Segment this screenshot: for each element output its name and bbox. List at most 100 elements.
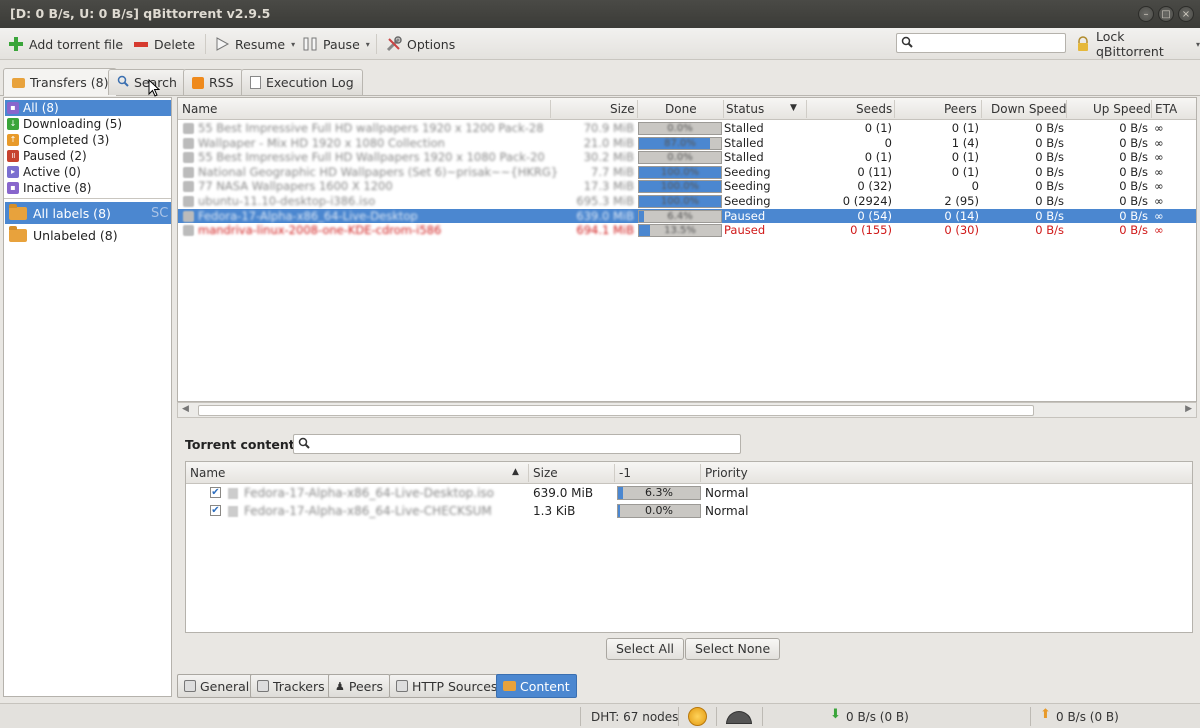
torrent-row[interactable]: 55 Best Impressive Full HD Wallpapers 19… <box>178 150 1196 165</box>
tab-content[interactable]: Content <box>496 674 577 698</box>
tab-transfers[interactable]: Transfers (8) <box>3 68 118 96</box>
torrent-size: 639.0 MiB <box>576 208 634 223</box>
filter-completed[interactable]: ↑ Completed (3) <box>5 132 171 148</box>
filter-inactive[interactable]: ▪ Inactive (8) <box>5 180 171 196</box>
minimize-icon[interactable]: – <box>1138 6 1154 22</box>
options-label: Options <box>407 36 456 52</box>
col-name[interactable]: Name <box>182 102 217 116</box>
sort-chevron-icon[interactable]: ▼ <box>790 103 797 113</box>
torrent-row[interactable]: 77 NASA Wallpapers 1600 X 1200 17.3 MiB Se… <box>178 179 1196 194</box>
file-checkbox[interactable]: ✔ <box>210 505 221 516</box>
scroll-left-icon[interactable]: ◀ <box>182 404 189 414</box>
filter-paused[interactable]: ॥ Paused (2) <box>5 148 171 164</box>
file-checkbox[interactable]: ✔ <box>210 487 221 498</box>
torrent-up-speed: 0 B/s <box>1119 164 1148 179</box>
search-icon <box>117 75 129 90</box>
col-seeds[interactable]: Seeds <box>856 102 892 116</box>
torrent-seeds: 0 (54) <box>857 208 892 223</box>
torrent-progress-bar: 87.0% <box>638 136 722 150</box>
options-button[interactable]: Options <box>386 34 455 54</box>
close-icon[interactable]: × <box>1178 6 1194 22</box>
filter-all[interactable]: ▪ All (8) <box>5 100 171 116</box>
label-unlabeled[interactable]: Unlabeled (8) <box>5 224 171 246</box>
torrent-progress-text: 87.0% <box>664 137 696 149</box>
torrent-peers: 0 (1) <box>951 150 979 165</box>
col-down-speed[interactable]: Down Speed <box>991 102 1066 116</box>
tab-execution-log-label: Execution Log <box>266 75 354 90</box>
torrent-status: Paused <box>724 208 766 223</box>
torrent-eta: ∞ <box>1154 121 1164 135</box>
tab-trackers[interactable]: Trackers <box>250 674 332 698</box>
torrent-file-icon <box>183 137 194 149</box>
file-priority[interactable]: Normal <box>705 484 748 502</box>
tab-http-sources[interactable]: HTTP Sources <box>389 674 505 698</box>
content-col-name[interactable]: Name <box>190 466 225 480</box>
col-eta[interactable]: ETA <box>1155 102 1177 116</box>
torrent-down-speed: 0 B/s <box>1035 135 1064 150</box>
torrent-peers: 0 (1) <box>951 164 979 179</box>
torrent-row[interactable]: ubuntu-11.10-desktop-i386.iso 695.3 MiB Se… <box>178 194 1196 209</box>
column-separator <box>637 100 638 118</box>
torrent-up-speed: 0 B/s <box>1119 194 1148 208</box>
speed-limit-icon[interactable] <box>726 711 752 724</box>
scrollbar-thumb[interactable] <box>198 405 1034 416</box>
label-all[interactable]: All labels (8) SC <box>5 202 171 224</box>
content-col-priority[interactable]: Priority <box>705 466 748 480</box>
download-arrow-icon: ⬇ <box>830 707 841 722</box>
resume-button[interactable]: Resume ▾ <box>214 34 295 54</box>
torrent-row[interactable]: 55 Best Impressive Full HD wallpapers 19… <box>178 121 1196 136</box>
torrent-row[interactable]: Fedora-17-Alpha-x86_64-Live-Desktop 639.0… <box>178 208 1196 224</box>
tab-peers[interactable]: ♟ Peers <box>328 674 390 698</box>
add-torrent-label: Add torrent file <box>29 36 124 52</box>
content-col-progress[interactable]: -1 <box>619 466 631 480</box>
torrent-seeds: 0 (11) <box>857 164 892 179</box>
content-file-list[interactable]: Name ▲ Size -1 Priority ✔ Fedora-17-Alpha… <box>185 461 1193 633</box>
search-input[interactable] <box>896 33 1066 53</box>
content-col-size[interactable]: Size <box>533 466 558 480</box>
tab-rss[interactable]: RSS <box>183 69 243 95</box>
scroll-right-icon[interactable]: ▶ <box>1185 404 1192 414</box>
file-priority[interactable]: Normal <box>705 502 748 520</box>
torrent-progress-text: 0.0% <box>667 152 693 164</box>
lock-button[interactable]: Lock qBittorrent ▾ <box>1075 29 1200 59</box>
torrent-row[interactable]: Wallpaper - Mix HD 1920 x 1080 Collectio… <box>178 135 1196 151</box>
tab-search[interactable]: Search <box>108 69 186 95</box>
col-up-speed[interactable]: Up Speed <box>1093 102 1151 116</box>
col-size[interactable]: Size <box>610 102 635 116</box>
torrent-progress-text: 6.4% <box>667 210 693 222</box>
transfer-list[interactable]: Name Size Done Status ▼ Seeds Peers Down… <box>177 97 1197 402</box>
tab-execution-log[interactable]: Execution Log <box>241 69 363 95</box>
select-none-button[interactable]: Select None <box>685 638 781 660</box>
status-separator <box>762 707 763 726</box>
col-done[interactable]: Done <box>665 102 697 116</box>
torrent-status: Stalled <box>724 150 764 165</box>
torrent-content-label: Torrent content: <box>185 437 300 452</box>
maximize-icon[interactable]: □ <box>1158 6 1174 22</box>
tab-general[interactable]: General <box>177 674 257 698</box>
lock-label: Lock qBittorrent <box>1096 29 1164 59</box>
torrent-file-icon <box>183 225 194 237</box>
content-file-row[interactable]: ✔ Fedora-17-Alpha-x86_64-Live-CHECKSUM 1.3… <box>186 502 1192 520</box>
connection-status-icon[interactable] <box>688 707 707 726</box>
torrent-row[interactable]: mandriva-linux-2008-one-KDE-cdrom-i586 69… <box>178 223 1196 238</box>
filter-paused-label: Paused (2) <box>23 149 87 163</box>
pause-button[interactable]: Pause ▾ <box>302 34 370 54</box>
horizontal-scrollbar[interactable]: ◀ ▶ <box>177 402 1197 418</box>
select-all-button[interactable]: Select All <box>606 638 685 660</box>
general-icon <box>184 680 196 692</box>
col-peers[interactable]: Peers <box>944 102 977 116</box>
sort-up-chevron-icon[interactable]: ▲ <box>512 467 519 477</box>
torrent-size: 694.1 MiB <box>576 223 634 238</box>
torrent-seeds: 0 (2924) <box>842 194 892 208</box>
col-status[interactable]: Status <box>726 102 764 116</box>
content-filter-input[interactable] <box>293 434 741 454</box>
add-torrent-button[interactable]: Add torrent file <box>8 34 123 54</box>
torrent-down-speed: 0 B/s <box>1035 194 1064 208</box>
delete-button[interactable]: Delete <box>133 34 195 54</box>
search-icon <box>298 437 310 452</box>
torrent-up-speed: 0 B/s <box>1119 208 1148 223</box>
filter-downloading[interactable]: ↓ Downloading (5) <box>5 116 171 132</box>
torrent-row[interactable]: National Geographic HD Wallpapers (Set 6… <box>178 164 1196 180</box>
filter-active[interactable]: ▸ Active (0) <box>5 164 171 180</box>
content-file-row[interactable]: ✔ Fedora-17-Alpha-x86_64-Live-Desktop.iso… <box>186 484 1192 502</box>
